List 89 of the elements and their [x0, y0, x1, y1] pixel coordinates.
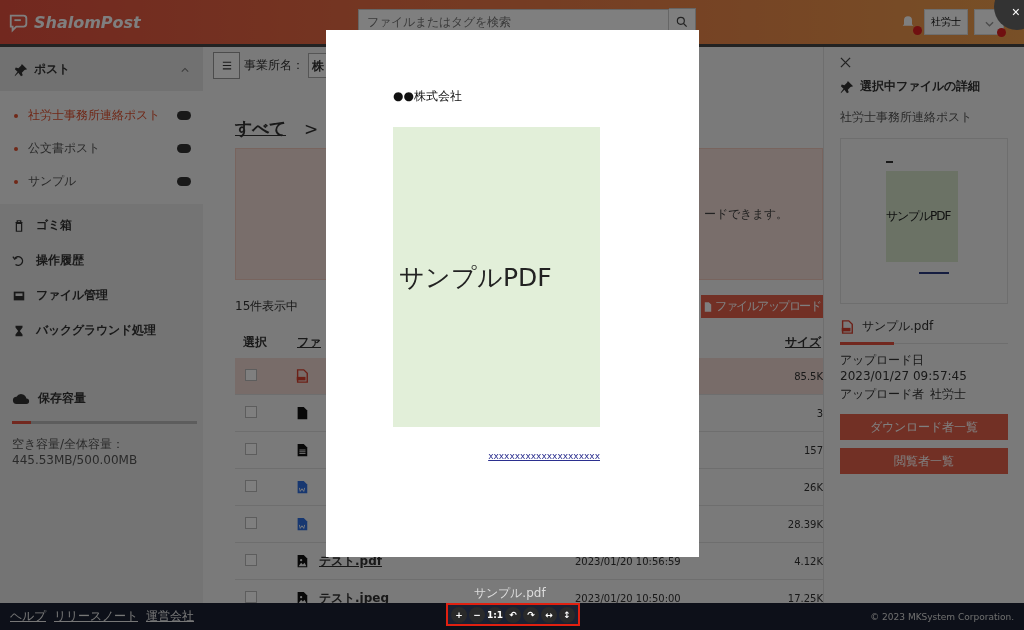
- result-count: 15件表示中: [235, 298, 299, 315]
- sidebar-item[interactable]: 公文書ポスト: [0, 132, 203, 165]
- footer-link[interactable]: ヘルプ: [10, 608, 46, 625]
- footer-link[interactable]: リリースノート: [54, 608, 138, 625]
- document-icon: [295, 516, 309, 532]
- user-button[interactable]: 社労士: [924, 9, 968, 35]
- breadcrumb-separator: >: [304, 118, 319, 139]
- document-link[interactable]: xxxxxxxxxxxxxxxxxxxxx: [488, 451, 600, 461]
- nav-item[interactable]: ゴミ箱: [0, 208, 203, 243]
- meta-label: アップロード者: [840, 386, 924, 403]
- page-heading: サンプルPDF: [399, 261, 552, 294]
- active-tab-indicator: [840, 342, 894, 345]
- toolbar-button[interactable]: +: [451, 606, 467, 623]
- file-caption: サンプル.pdf: [473, 585, 547, 602]
- sidebar-item[interactable]: 社労士事務所連絡ポスト: [0, 99, 203, 132]
- breadcrumb-link[interactable]: すべて: [235, 117, 286, 140]
- storage-title: 保存容量: [38, 390, 86, 407]
- bell-icon[interactable]: [900, 13, 916, 29]
- checkbox[interactable]: [245, 517, 257, 529]
- post-name: 社労士事務所連絡ポスト: [840, 109, 973, 126]
- preview-heading: サンプルPDF: [886, 208, 951, 225]
- count-badge: [177, 144, 191, 153]
- table-cell: 157: [803, 444, 823, 456]
- meta-value: 2023/01/27 09:57:45: [840, 369, 967, 383]
- bullet-icon: [14, 146, 18, 151]
- footer-link[interactable]: 運営会社: [146, 608, 194, 625]
- table-cell: 85.5K: [794, 370, 823, 382]
- chevron-icon[interactable]: [181, 66, 189, 73]
- logo-text: ShalomPost: [34, 12, 141, 32]
- file-icon: [704, 301, 712, 312]
- close-icon[interactable]: [840, 57, 851, 68]
- toolbar-button[interactable]: −: [469, 606, 485, 623]
- table-cell: 26K: [803, 481, 823, 493]
- document-icon: [295, 479, 309, 495]
- nav-item[interactable]: バックグラウンド処理: [0, 313, 203, 348]
- meta-value: 社労士: [930, 386, 966, 403]
- sidebar-item[interactable]: サンプル: [0, 165, 203, 198]
- text-file-icon: [295, 442, 309, 458]
- nav-item[interactable]: 操作履歴: [0, 243, 203, 278]
- column-header: 選択: [242, 333, 268, 351]
- table-cell: 2023/01/20 10:50:00: [575, 592, 681, 603]
- pin-icon: [840, 79, 854, 94]
- pdf-file-icon: [840, 318, 854, 335]
- copyright: © 2023 MKSystem Corporation.: [870, 611, 1014, 622]
- toolbar-button[interactable]: ↶: [505, 606, 521, 623]
- history-icon: [12, 253, 26, 268]
- toolbar-button[interactable]: ↷: [523, 606, 539, 623]
- column-header[interactable]: サイズ: [785, 333, 823, 351]
- checkbox[interactable]: [245, 443, 257, 455]
- checkbox[interactable]: [245, 406, 257, 418]
- link-line: [919, 272, 949, 274]
- company-name: ●●株式会社: [393, 88, 463, 105]
- nav-item[interactable]: ファイル管理: [0, 278, 203, 313]
- list-button[interactable]: ダウンロード者一覧: [840, 414, 1008, 440]
- drop-zone-text: ードできます。: [704, 205, 788, 223]
- meta-label: アップロード日: [840, 352, 924, 369]
- checkbox[interactable]: [245, 369, 257, 381]
- image-file-icon: [295, 590, 309, 603]
- bullet-icon: [14, 179, 18, 184]
- checkbox[interactable]: [245, 554, 257, 566]
- image-file-icon: [295, 553, 309, 569]
- file-name: サンプル.pdf: [862, 318, 934, 335]
- menu-icon: [221, 61, 232, 70]
- cloud-icon: [12, 392, 30, 405]
- close-button[interactable]: ×: [994, 0, 1024, 30]
- toolbar-button[interactable]: ↔: [541, 606, 557, 623]
- storage-reading: 空き容量/全体容量：445.53MB/500.00MB: [12, 436, 139, 467]
- pdf-file-icon: [295, 368, 309, 384]
- toolbar-button[interactable]: ↕: [559, 606, 575, 623]
- table-cell: 2023/01/20 10:56:59: [575, 555, 681, 567]
- toolbar-button[interactable]: 1:1: [487, 606, 503, 623]
- bullet-icon: [14, 113, 18, 118]
- table-cell: 3: [816, 407, 823, 419]
- section-title: ポスト: [34, 61, 70, 78]
- office-label: 事業所名：: [244, 57, 304, 74]
- file-icon: [295, 405, 309, 421]
- table-cell: 28.39K: [787, 518, 823, 530]
- menu-button[interactable]: [213, 52, 240, 79]
- table-cell: 17.25K: [787, 592, 823, 603]
- upload-button[interactable]: ファイルアップロード: [701, 295, 823, 318]
- caret-icon: [984, 20, 994, 27]
- checkbox[interactable]: [245, 480, 257, 492]
- panel-title: 選択中ファイルの詳細: [860, 78, 980, 95]
- count-badge: [177, 111, 191, 120]
- pin-icon: [14, 62, 28, 77]
- checkbox[interactable]: [245, 591, 257, 603]
- table-cell: 4.12K: [794, 555, 823, 567]
- count-badge: [177, 177, 191, 186]
- list-button[interactable]: 閲覧者一覧: [840, 448, 1008, 474]
